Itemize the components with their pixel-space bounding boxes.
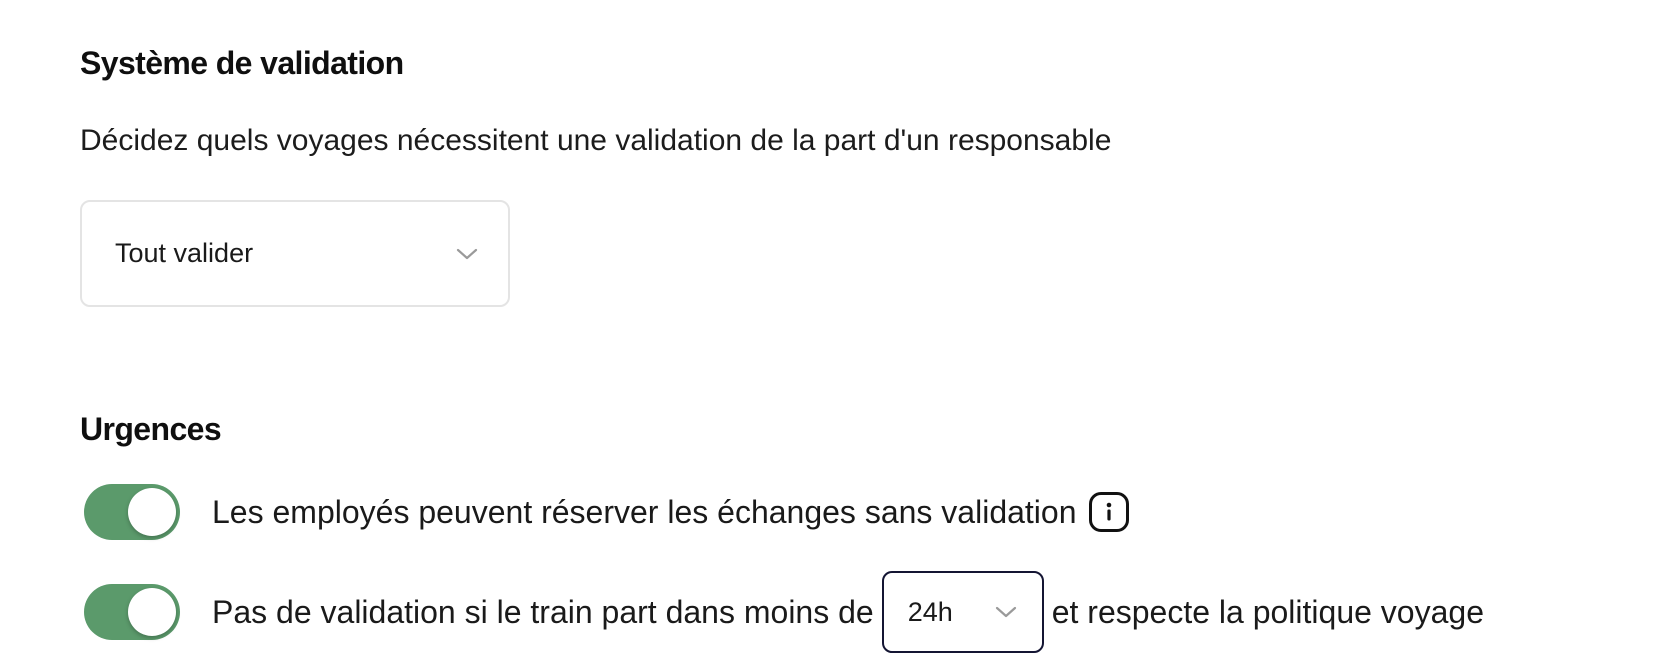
chevron-down-icon xyxy=(456,247,478,261)
delay-select[interactable]: 24h xyxy=(881,571,1044,653)
echanges-toggle[interactable] xyxy=(84,484,180,540)
delay-select-value: 24h xyxy=(907,596,953,627)
echanges-setting-row: Les employés peuvent réserver les échang… xyxy=(84,482,1129,542)
train-setting-row: Pas de validation si le train part dans … xyxy=(84,571,1484,653)
toggle-knob xyxy=(128,588,176,636)
train-toggle[interactable] xyxy=(84,584,180,640)
validation-section-title: Système de validation xyxy=(80,45,404,81)
info-icon[interactable] xyxy=(1088,492,1129,532)
train-setting-label-before: Pas de validation si le train part dans … xyxy=(212,594,874,630)
echanges-setting-label: Les employés peuvent réserver les échang… xyxy=(212,494,1077,530)
chevron-down-icon xyxy=(995,605,1017,619)
toggle-knob xyxy=(128,488,176,536)
validation-description: Décidez quels voyages nécessitent une va… xyxy=(80,124,1112,157)
train-setting-label-after: et respecte la politique voyage xyxy=(1051,594,1484,630)
validation-mode-value: Tout valider xyxy=(115,238,254,268)
urgences-section-title: Urgences xyxy=(80,411,222,447)
validation-mode-select[interactable]: Tout valider xyxy=(80,200,510,307)
